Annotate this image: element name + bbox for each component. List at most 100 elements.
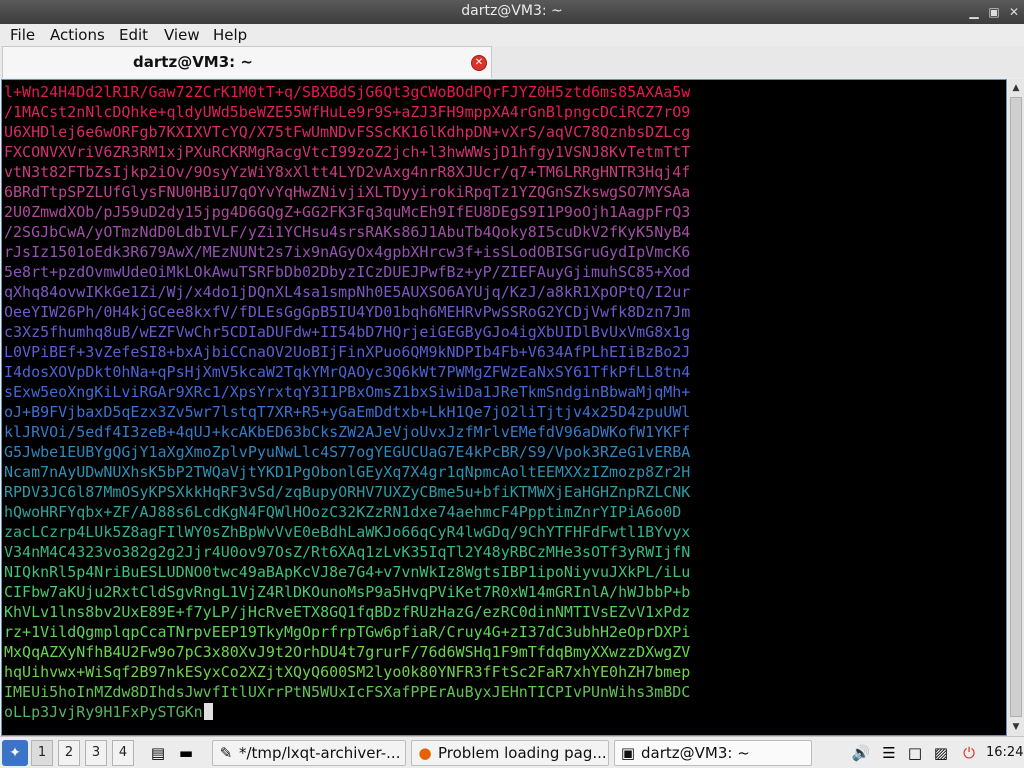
start-menu-icon[interactable]: ✦ — [2, 740, 28, 766]
task-label: dartz@VM3: ~ — [641, 744, 750, 762]
menu-view[interactable]: View — [164, 26, 200, 44]
maximize-icon[interactable]: ▣ — [986, 4, 1002, 20]
terminal-line: oLLp3JvjRy9H1FxPySTGKn — [4, 702, 690, 722]
desktop-4-button[interactable]: 4 — [112, 740, 134, 766]
terminal-line-text: oLLp3JvjRy9H1FxPySTGKn — [4, 703, 203, 721]
scrollbar-thumb[interactable] — [1010, 97, 1022, 717]
terminal-line-text: /1MACst2nNlcDQhke+qldyUWd5beWZE55WfHuLe9… — [4, 103, 691, 121]
menu-file[interactable]: File — [10, 26, 35, 44]
terminal-line-text: vtN3t82FTbZsIjkp2iOv/9OsyYzWiY8xXltt4LYD… — [4, 163, 691, 181]
network-icon[interactable]: ☰ — [878, 740, 900, 766]
terminal-line-text: Ncam7nAyUDwNUXhsK5bP2TWQaVjtYKD1PgObonlG… — [4, 463, 691, 481]
taskbar: ✦ 1 2 3 4 ▤ ▬ ✎ */tmp/lxqt-archiver-... ●… — [0, 736, 1024, 768]
menu-bar: File Actions Edit View Help — [0, 24, 1024, 46]
terminal-tab[interactable]: dartz@VM3: ~ ✕ — [2, 46, 492, 78]
power-icon[interactable]: ⏻ — [958, 740, 980, 766]
terminal-line: CIFbw7aKUju2RxtCldSgvRngL1VjZ4RlDKOunoMs… — [4, 582, 690, 602]
terminal-line: IMEUi5hoInMZdw8DIhdsJwvfItlUXrrPtN5WUxIc… — [4, 682, 690, 702]
terminal-line: l+Wn24H4Dd2lR1R/Gaw72ZCrK1M0tT+q/SBXBdSj… — [4, 82, 690, 102]
terminal-line: Ncam7nAyUDwNUXhsK5bP2TWQaVjtYKD1PgObonlG… — [4, 462, 690, 482]
terminal-line-text: rz+1VildQgmplqpCcaTNrpvEEP19TkyMgOprfrpT… — [4, 623, 691, 641]
terminal-line: hQwoHRFYqbx+ZF/AJ88s6LcdKgN4FQWlHOozC32K… — [4, 502, 690, 522]
menu-help[interactable]: Help — [213, 26, 247, 44]
desktop-3-button[interactable]: 3 — [85, 740, 107, 766]
terminal-line: V34nM4C4323vo382g2g2Jjr4U0ov97OsZ/Rt6XAq… — [4, 542, 690, 562]
close-icon[interactable]: ✕ — [471, 55, 487, 71]
scroll-down-icon[interactable]: ▼ — [1008, 719, 1024, 735]
terminal-icon: ▣ — [620, 744, 636, 762]
notes-icon[interactable]: ▨ — [930, 740, 952, 766]
terminal-line-text: l+Wn24H4Dd2lR1R/Gaw72ZCrK1M0tT+q/SBXBdSj… — [4, 83, 691, 101]
tab-bar: dartz@VM3: ~ ✕ — [0, 46, 1024, 78]
terminal-line-text: I4dosXOVpDkt0hNa+qPsHjXmV5kcaW2TqkYMrQAO… — [4, 363, 691, 381]
terminal-line: sExw5eoXngKiLviRGAr9XRc1/XpsYrxtqY3I1PBx… — [4, 382, 690, 402]
terminal-line-text: MxQqAZXyNfhB4U2Fw9o7pC3x80XvJ9t2OrhDU4t7… — [4, 643, 691, 661]
terminal-line: oJ+B9FVjbaxD5qEzx3Zv5wr7lstqT7XR+R5+yGaE… — [4, 402, 690, 422]
terminal-output[interactable]: l+Wn24H4Dd2lR1R/Gaw72ZCrK1M0tT+q/SBXBdSj… — [1, 79, 1007, 736]
terminal-line: RPDV3JC6l87MmOSyKPSXkkHqRF3vSd/zqBupyORH… — [4, 482, 690, 502]
terminal-line-text: hQwoHRFYqbx+ZF/AJ88s6LcdKgN4FQWlHOozC32K… — [4, 503, 682, 521]
terminal-line: I4dosXOVpDkt0hNa+qPsHjXmV5kcaW2TqkYMrQAO… — [4, 362, 690, 382]
terminal-line-text: /2SGJbCwA/yOTmzNdD0LdbIVLF/yZi1YCHsu4srs… — [4, 223, 691, 241]
terminal-line-text: rJsIz1501oEdk3R679AwX/MEzNUNt2s7ix9nAGyO… — [4, 243, 691, 261]
task-text-editor[interactable]: ✎ */tmp/lxqt-archiver-... — [212, 740, 406, 766]
desktop-1-button[interactable]: 1 — [31, 740, 53, 766]
task-firefox[interactable]: ● Problem loading pag... — [411, 740, 609, 766]
file-manager-icon[interactable]: ▤ — [146, 740, 170, 766]
menu-actions[interactable]: Actions — [50, 26, 105, 44]
desktop-2-button[interactable]: 2 — [58, 740, 80, 766]
scroll-up-icon[interactable]: ▲ — [1008, 80, 1024, 96]
terminal-line: FXCONVXVriV6ZR3RM1xjPXuRCKRMgRacgVtcI99z… — [4, 142, 690, 162]
terminal-line-text: NIQknRl5p4NriBuESLUDNO0twc49aBApKcVJ8e7G… — [4, 563, 691, 581]
terminal-line: zacLCzrp4LUk5Z8agFIlWY0sZhBpWvVvE0eBdhLa… — [4, 522, 690, 542]
text-editor-icon: ✎ — [219, 744, 233, 762]
show-desktop-icon[interactable]: ▬ — [174, 740, 198, 766]
terminal-cursor — [203, 703, 213, 720]
terminal-line-text: KhVLv1lns8bv2UxE89E+f7yLP/jHcRveETX8GQ1f… — [4, 603, 691, 621]
terminal-line-text: c3Xz5fhumhq8uB/wEZFVwChr5CDIaDUFdw+II54b… — [4, 323, 691, 341]
terminal-scrollbar[interactable]: ▲ ▼ — [1008, 79, 1024, 736]
terminal-line-text: 6BRdTtpSPZLUfGlysFNU0HBiU7qOYvYqHwZNivji… — [4, 183, 691, 201]
terminal-line-text: klJRVOi/5edf4I3zeB+4qUJ+kcAKbED63bCksZW2… — [4, 423, 691, 441]
task-label: */tmp/lxqt-archiver-... — [239, 744, 401, 762]
menu-edit[interactable]: Edit — [119, 26, 148, 44]
terminal-line: c3Xz5fhumhq8uB/wEZFVwChr5CDIaDUFdw+II54b… — [4, 322, 690, 342]
close-window-icon[interactable]: ✕ — [1006, 4, 1022, 20]
volume-icon[interactable]: 🔊 — [850, 740, 872, 766]
terminal-line: 5e8rt+pzdOvmwUdeOiMkLOkAwuTSRFbDb02DbyzI… — [4, 262, 690, 282]
window-title: dartz@VM3: ~ — [461, 3, 563, 19]
clipboard-icon[interactable]: □ — [904, 740, 926, 766]
terminal-line: 2U0ZmwdXOb/pJ59uD2dy15jpg4D6GQgZ+GG2FK3F… — [4, 202, 690, 222]
terminal-line-text: RPDV3JC6l87MmOSyKPSXkkHqRF3vSd/zqBupyORH… — [4, 483, 691, 501]
terminal-line: vtN3t82FTbZsIjkp2iOv/9OsyYzWiY8xXltt4LYD… — [4, 162, 690, 182]
terminal-line-text: L0VPiBEf+3vZefeSI8+bxAjbiCCnaOV2UoBIjFin… — [4, 343, 691, 361]
task-terminal[interactable]: ▣ dartz@VM3: ~ — [614, 740, 812, 766]
terminal-line: KhVLv1lns8bv2UxE89E+f7yLP/jHcRveETX8GQ1f… — [4, 602, 690, 622]
terminal-line: U6XHDlej6e6wORFgb7KXIXVTcYQ/X75tFwUmNDvF… — [4, 122, 690, 142]
terminal-line: 6BRdTtpSPZLUfGlysFNU0HBiU7qOYvYqHwZNivji… — [4, 182, 690, 202]
terminal-line-text: oJ+B9FVjbaxD5qEzx3Zv5wr7lstqT7XR+R5+yGaE… — [4, 403, 691, 421]
terminal-line-text: qXhq84ovwIKkGe1Zi/Wj/x4do1jDQnXL4sa1smpN… — [4, 283, 691, 301]
terminal-line: NIQknRl5p4NriBuESLUDNO0twc49aBApKcVJ8e7G… — [4, 562, 690, 582]
terminal-line: /2SGJbCwA/yOTmzNdD0LdbIVLF/yZi1YCHsu4srs… — [4, 222, 690, 242]
terminal-line-text: CIFbw7aKUju2RxtCldSgvRngL1VjZ4RlDKOunoMs… — [4, 583, 691, 601]
terminal-line: G5Jwbe1EUBYgQGjY1aXgXmoZplvPyuNwLlc4S77o… — [4, 442, 690, 462]
firefox-icon: ● — [418, 744, 432, 762]
terminal-line: OeeYIW26Ph/0H4kjGCee8kxfV/fDLEsGgGpB5IU4… — [4, 302, 690, 322]
terminal-line-text: OeeYIW26Ph/0H4kjGCee8kxfV/fDLEsGgGpB5IU4… — [4, 303, 691, 321]
tab-title: dartz@VM3: ~ — [133, 53, 253, 71]
terminal-line: rz+1VildQgmplqpCcaTNrpvEEP19TkyMgOprfrpT… — [4, 622, 690, 642]
terminal-line-text: U6XHDlej6e6wORFgb7KXIXVTcYQ/X75tFwUmNDvF… — [4, 123, 691, 141]
window-titlebar[interactable]: dartz@VM3: ~ ▁ ▣ ✕ — [0, 0, 1024, 24]
terminal-line-text: FXCONVXVriV6ZR3RM1xjPXuRCKRMgRacgVtcI99z… — [4, 143, 691, 161]
terminal-line-text: IMEUi5hoInMZdw8DIhdsJwvfItlUXrrPtN5WUxIc… — [4, 683, 691, 701]
minimize-icon[interactable]: ▁ — [966, 4, 982, 20]
terminal-line-text: 2U0ZmwdXOb/pJ59uD2dy15jpg4D6GQgZ+GG2FK3F… — [4, 203, 691, 221]
terminal-line-text: zacLCzrp4LUk5Z8agFIlWY0sZhBpWvVvE0eBdhLa… — [4, 523, 691, 541]
terminal-line-text: V34nM4C4323vo382g2g2Jjr4U0ov97OsZ/Rt6XAq… — [4, 543, 691, 561]
task-label: Problem loading pag... — [438, 744, 607, 762]
terminal-line-text: G5Jwbe1EUBYgQGjY1aXgXmoZplvPyuNwLlc4S77o… — [4, 443, 691, 461]
clock[interactable]: 16:24 — [986, 740, 1023, 766]
terminal-line: /1MACst2nNlcDQhke+qldyUWd5beWZE55WfHuLe9… — [4, 102, 690, 122]
terminal-line-text: sExw5eoXngKiLviRGAr9XRc1/XpsYrxtqY3I1PBx… — [4, 383, 691, 401]
